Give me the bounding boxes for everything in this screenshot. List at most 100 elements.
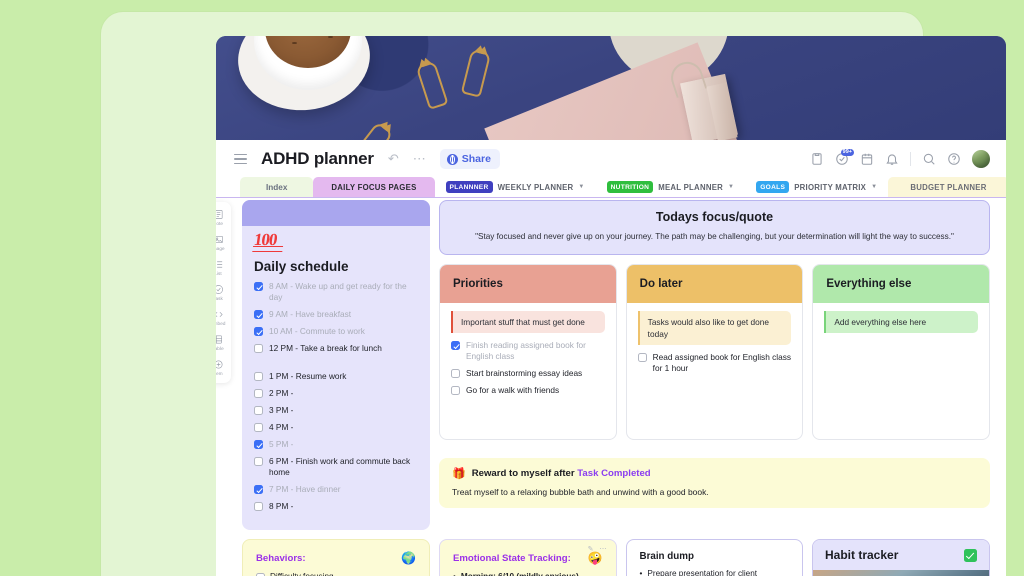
page-tabs: Index DAILY FOCUS PAGES PLANNNER WEEKLY … <box>216 177 1006 198</box>
sidebar-item-index[interactable]: Index <box>240 177 314 197</box>
task-check-icon[interactable]: 99+ <box>835 149 854 166</box>
checkbox[interactable] <box>451 341 460 350</box>
chevron-down-icon[interactable]: ▼ <box>578 184 584 190</box>
checkbox[interactable] <box>254 440 263 449</box>
daily-schedule-panel: 100 Daily schedule 8 AM - Wake up and ge… <box>242 200 430 530</box>
brain-dump-card[interactable]: Brain dump • Prepare presentation for cl… <box>625 539 803 576</box>
reward-text: Treat myself to a relaxing bubble bath a… <box>452 487 709 497</box>
checkbox[interactable] <box>254 282 263 291</box>
tab-weekly-planner[interactable]: PLANNNER WEEKLY PLANNER ▼ <box>435 177 596 197</box>
clipboard-icon[interactable] <box>810 152 824 166</box>
habit-tracker-title: Habit tracker <box>825 548 899 562</box>
checklist-item-label: 12 PM - Take a break for lunch <box>269 343 382 353</box>
checklist-item[interactable]: 8 PM - <box>254 501 418 512</box>
checkbox[interactable] <box>254 389 263 398</box>
schedule-list: 8 AM - Wake up and get ready for the day… <box>254 281 418 512</box>
do-later-list: Read assigned book for English class for… <box>637 352 792 374</box>
bell-icon[interactable] <box>885 152 899 166</box>
menu-icon[interactable] <box>234 153 247 165</box>
woozy-emoji-icon: 🤪 <box>587 551 603 565</box>
share-button-label: Share <box>461 153 491 165</box>
tool-table[interactable]: Table <box>216 334 224 351</box>
globe-emoji-icon: 🌍 <box>401 551 416 565</box>
tab-pill-goals: GOALS <box>756 181 790 193</box>
checkbox[interactable] <box>254 406 263 415</box>
checklist-item-label: 5 PM - <box>269 439 294 449</box>
tool-label: Table <box>216 346 224 351</box>
checkbox[interactable] <box>254 372 263 381</box>
calendar-icon[interactable] <box>860 152 874 166</box>
search-icon[interactable] <box>922 152 936 166</box>
tab-daily-focus-pages[interactable]: DAILY FOCUS PAGES <box>313 177 435 197</box>
emotional-state-card[interactable]: ✎ ⋯ Emotional State Tracking: 🤪 • Mornin… <box>439 539 617 576</box>
chevron-down-icon[interactable]: ▼ <box>728 184 734 190</box>
checklist-item[interactable]: 2 PM - <box>254 388 418 399</box>
priorities-list: Finish reading assigned book for English… <box>451 340 605 396</box>
checklist-item-label: 1 PM - Resume work <box>269 371 347 381</box>
emotional-item-text: Morning: 6/10 (mildly anxious) <box>461 572 579 576</box>
checklist-item[interactable]: 8 AM - Wake up and get ready for the day <box>254 281 418 303</box>
checklist-item[interactable]: 3 PM - <box>254 405 418 416</box>
checklist-item[interactable]: 5 PM - <box>254 439 418 450</box>
checkbox[interactable] <box>254 502 263 511</box>
checkbox[interactable] <box>451 386 460 395</box>
tab-priority-matrix[interactable]: GOALS PRIORITY MATRIX ▼ <box>745 177 888 197</box>
tool-embed[interactable]: Embed <box>216 309 226 326</box>
behaviors-title: Behaviors: <box>256 552 306 564</box>
header-actions: 99+ <box>810 149 990 168</box>
checklist-item[interactable]: 12 PM - Take a break for lunch <box>254 343 418 354</box>
gift-icon: 🎁 <box>452 468 466 480</box>
task-columns: Priorities Important stuff that must get… <box>439 264 991 440</box>
checkbox[interactable] <box>254 344 263 353</box>
checklist-item[interactable]: 6 PM - Finish work and commute back home <box>254 456 418 478</box>
card-hover-tools: ✎ ⋯ <box>588 545 607 553</box>
tool-task[interactable]: Task <box>216 284 224 301</box>
share-button[interactable]: Share <box>439 149 500 169</box>
priorities-body: Important stuff that must get done Finis… <box>440 303 616 410</box>
more-options-icon[interactable]: ⋯ <box>413 151 426 167</box>
tool-list[interactable]: List <box>216 259 224 276</box>
tool-item[interactable]: Item <box>216 359 224 376</box>
tab-budget-planner[interactable]: BUDGET PLANNER <box>888 177 1006 197</box>
priorities-card-header: Priorities <box>440 265 616 303</box>
emotional-title: Emotional State Tracking: <box>453 552 571 564</box>
checkbox[interactable] <box>254 485 263 494</box>
checkbox[interactable] <box>254 457 263 466</box>
everything-else-callout[interactable]: Add everything else here <box>824 311 979 333</box>
checklist-item[interactable]: 9 AM - Have breakfast <box>254 309 418 320</box>
behaviors-card[interactable]: Behaviors: 🌍 Difficulty focusing <box>242 539 430 576</box>
checkbox[interactable] <box>254 327 263 336</box>
checklist-item[interactable]: Go for a walk with friends <box>451 385 605 396</box>
checkbox[interactable] <box>254 310 263 319</box>
checklist-item[interactable]: 1 PM - Resume work <box>254 371 418 382</box>
tool-image[interactable]: Image <box>216 234 225 251</box>
habit-tracker-card[interactable]: Habit tracker <box>812 539 990 576</box>
chevron-down-icon[interactable]: ▼ <box>871 184 877 190</box>
reward-label-accent: Task Completed <box>577 468 651 479</box>
checklist-item[interactable]: 7 PM - Have dinner <box>254 484 418 495</box>
content-right-column: Todays focus/quote "Stay focused and nev… <box>439 200 991 530</box>
checklist-item[interactable]: 4 PM - <box>254 422 418 433</box>
checklist-item[interactable]: Finish reading assigned book for English… <box>451 340 605 362</box>
content-row-primary: 100 Daily schedule 8 AM - Wake up and ge… <box>242 200 991 530</box>
do-later-callout[interactable]: Tasks would also like to get done today <box>637 311 792 345</box>
checklist-item[interactable]: Read assigned book for English class for… <box>637 352 792 374</box>
undo-icon[interactable]: ↶ <box>388 151 399 167</box>
priorities-callout[interactable]: Important stuff that must get done <box>451 311 605 333</box>
more-options-icon[interactable]: ⋯ <box>600 545 607 553</box>
checklist-item[interactable]: Start brainstorming essay ideas <box>451 368 605 379</box>
help-icon[interactable] <box>947 152 961 166</box>
pen-icon[interactable]: ✎ <box>588 545 594 553</box>
todays-focus-quote[interactable]: Todays focus/quote "Stay focused and nev… <box>439 200 990 255</box>
reward-panel[interactable]: 🎁 Reward to myself after Task Completed … <box>439 458 990 508</box>
avatar[interactable] <box>972 150 990 168</box>
checkbox[interactable] <box>254 423 263 432</box>
checkbox[interactable] <box>451 369 460 378</box>
tab-meal-planner[interactable]: NUTRITION MEAL PLANNER ▼ <box>596 177 746 197</box>
checkbox[interactable] <box>637 353 647 362</box>
tool-note[interactable]: Note <box>216 209 224 226</box>
tool-label: Item <box>216 371 223 376</box>
checklist-item[interactable]: 10 AM - Commute to work <box>254 326 418 337</box>
cover-banner[interactable]: S S <box>216 36 1006 140</box>
